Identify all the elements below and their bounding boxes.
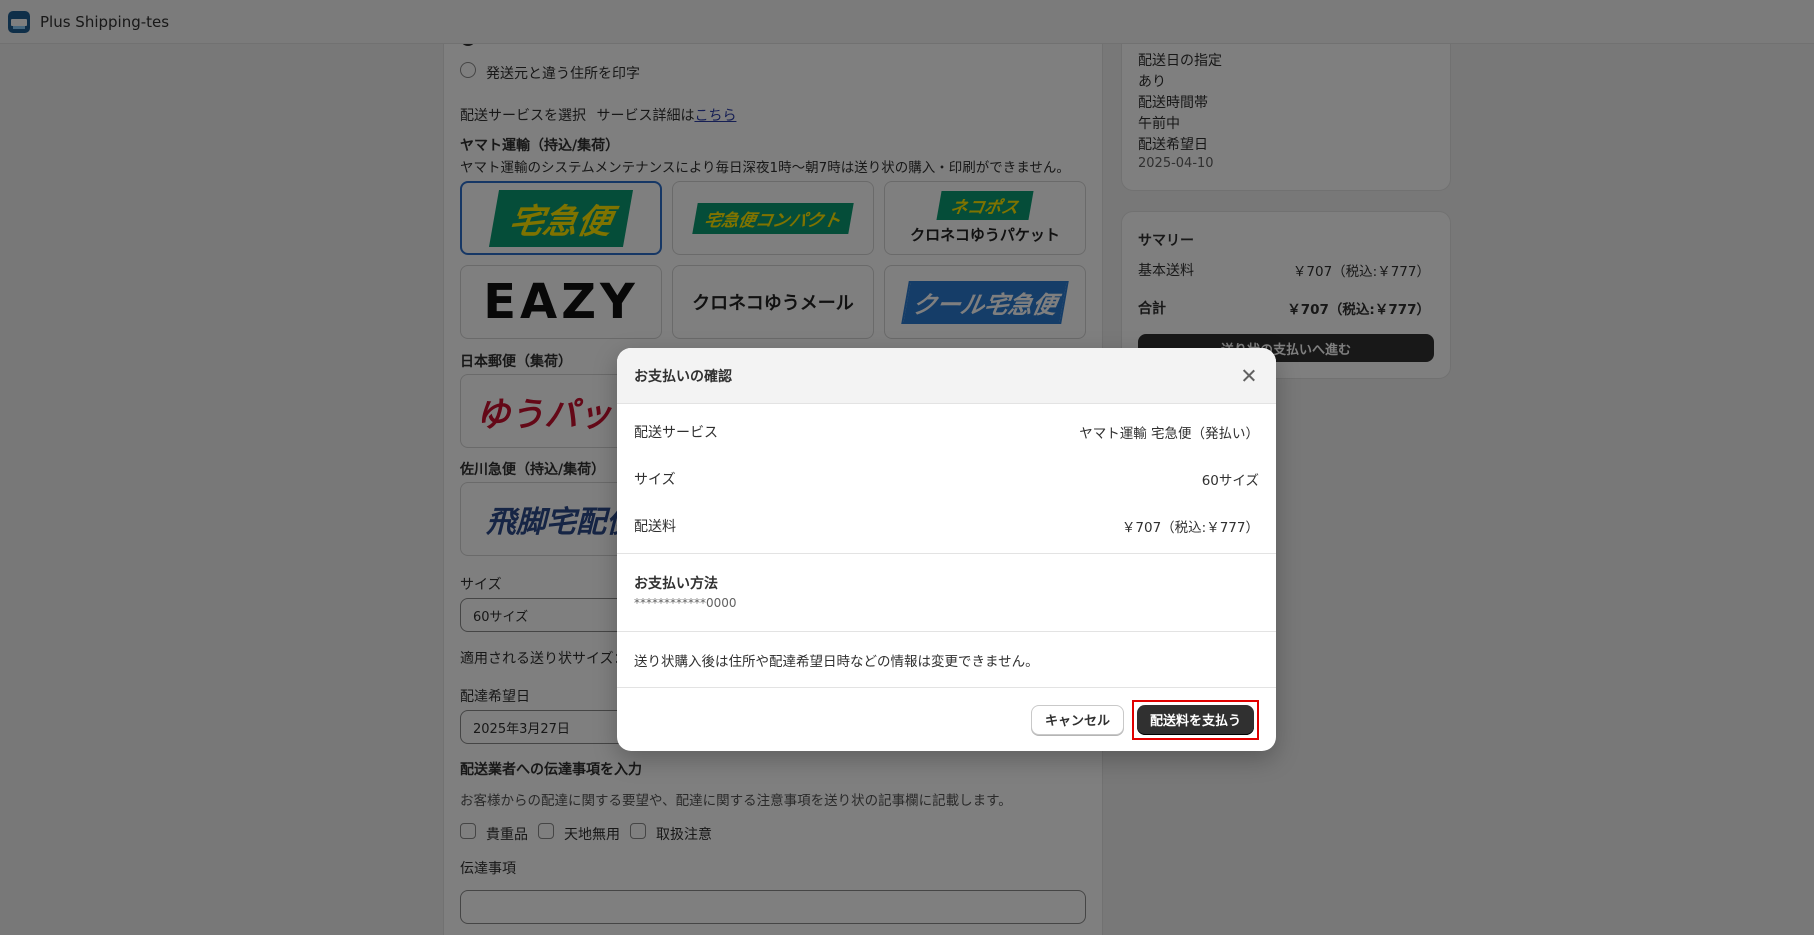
modal-title: お支払いの確認 (634, 368, 732, 385)
modal-header: お支払いの確認 (617, 348, 1276, 404)
pay-shipping-fee-button[interactable]: 配送料を支払う (1136, 704, 1254, 735)
pay-button-highlight: 配送料を支払う (1131, 699, 1259, 740)
modal-row-fee-label: 配送料 (634, 518, 676, 535)
modal-row-fee-value: ￥707（税込:￥777） (1121, 519, 1259, 536)
modal-footer: キャンセル 配送料を支払う (617, 687, 1276, 751)
payment-card-number: ************0000 (634, 596, 737, 610)
modal-row-size-label: サイズ (634, 471, 676, 488)
modal-row-size-value: 60サイズ (1201, 472, 1259, 489)
payment-method-section: お支払い方法 ************0000 (617, 553, 1276, 631)
modal-row-service-label: 配送サービス (634, 424, 718, 441)
modal-details: 配送サービス ヤマト運輸 宅急便（発払い） サイズ 60サイズ 配送料 ￥707… (617, 404, 1276, 553)
modal-notice: 送り状購入後は住所や配達希望日時などの情報は変更できません。 (617, 631, 1276, 687)
modal-row-size: サイズ 60サイズ (617, 455, 1276, 502)
modal-row-fee: 配送料 ￥707（税込:￥777） (617, 502, 1276, 549)
close-icon[interactable] (1239, 366, 1259, 386)
payment-confirm-modal: お支払いの確認 配送サービス ヤマト運輸 宅急便（発払い） サイズ 60サイズ … (617, 348, 1276, 751)
modal-row-service: 配送サービス ヤマト運輸 宅急便（発払い） (617, 408, 1276, 455)
modal-row-service-value: ヤマト運輸 宅急便（発払い） (1079, 425, 1259, 442)
payment-method-title: お支払い方法 (634, 576, 718, 592)
cancel-button[interactable]: キャンセル (1030, 704, 1124, 735)
